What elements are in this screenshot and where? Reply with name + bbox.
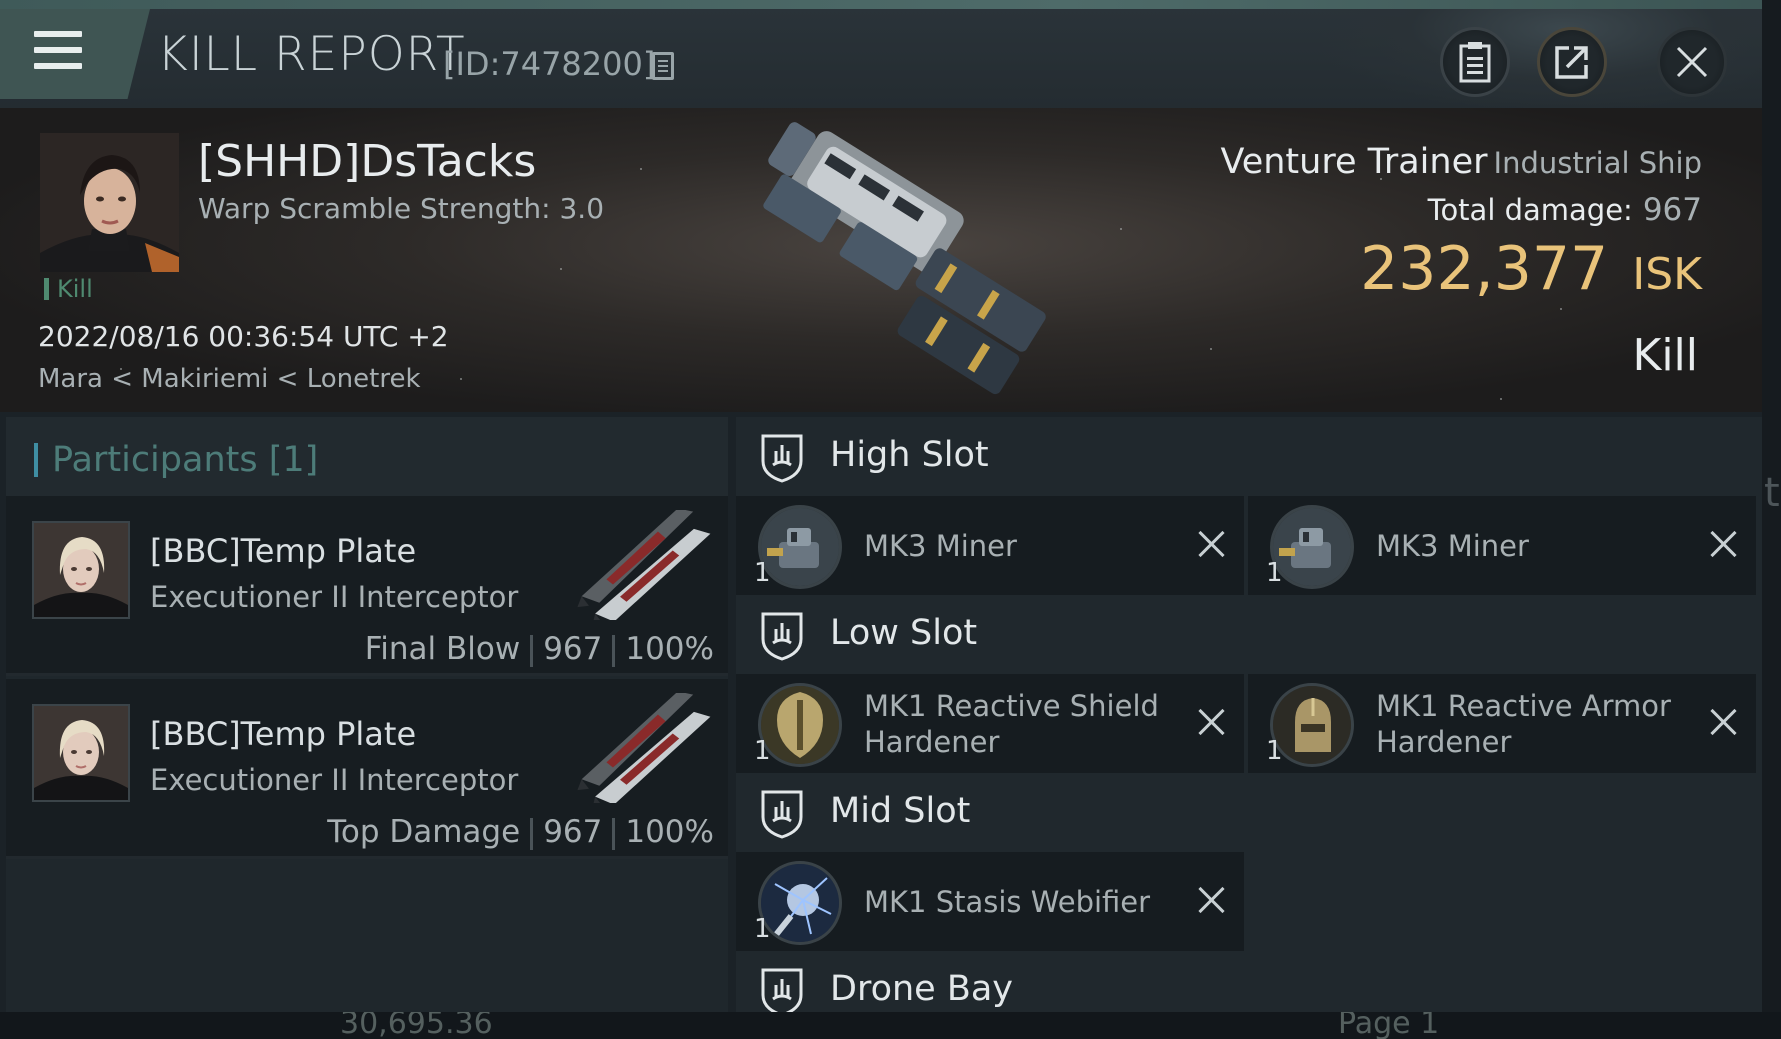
destroyed-x-icon [1710, 530, 1738, 558]
stasis-webifier-icon [758, 861, 842, 945]
clipboard-button[interactable] [1440, 27, 1510, 97]
victim-name[interactable]: [SHHD]DsTacks [198, 136, 536, 187]
background-edge [1762, 0, 1781, 1039]
participant-percent: 100% [625, 814, 714, 850]
victim-avatar[interactable] [40, 133, 179, 272]
participant-ship-image [577, 510, 711, 620]
kill-report-window: KILL REPORT [ID:7478200] [SHHD]DsTacks W… [0, 9, 1762, 1012]
close-button[interactable] [1657, 27, 1727, 97]
total-damage-label: Total damage: [1427, 193, 1633, 227]
warp-scramble-strength: Warp Scramble Strength: 3.0 [198, 192, 605, 225]
background-edge-text: t [1764, 470, 1780, 516]
participant-name[interactable]: [BBC]Temp Plate [150, 715, 416, 753]
participant-row[interactable]: [BBC]Temp Plate Executioner II Intercept… [6, 496, 728, 676]
module-quantity: 1 [1266, 736, 1283, 766]
clipboard-icon [1459, 42, 1491, 83]
participant-percent: 100% [625, 631, 714, 667]
participants-title: Participants [1] [34, 443, 318, 478]
drone-bay-header: Drone Bay [736, 951, 1762, 1012]
kill-location[interactable]: Mara < Makiriemi < Lonetrek [38, 364, 421, 394]
window-header: KILL REPORT [ID:7478200] [0, 9, 1762, 108]
destroyed-x-icon [1198, 708, 1226, 736]
participant-avatar[interactable] [32, 704, 130, 802]
participant-stats: Top Damage 967 100% [327, 814, 714, 850]
shield-slot-icon [761, 968, 803, 1012]
victim-summary: [SHHD]DsTacks Warp Scramble Strength: 3.… [0, 108, 1762, 412]
shield-slot-icon [761, 434, 803, 483]
participants-panel: Participants [1] [BBC]Temp Plate Executi… [6, 417, 728, 1012]
participant-damage: 967 [543, 814, 603, 850]
drone-bay-title: Drone Bay [830, 969, 1013, 1009]
victim-ship-class: Industrial Ship [1493, 146, 1702, 180]
kill-timestamp: 2022/08/16 00:36:54 UTC +2 [38, 320, 449, 353]
module-name: MK3 Miner [1376, 529, 1529, 563]
copy-id-icon[interactable] [652, 52, 674, 80]
module-name: MK1 Reactive Shield Hardener [864, 689, 1159, 759]
kill-type-tag: Kill [44, 277, 93, 301]
module-quantity: 1 [754, 914, 771, 944]
destroyed-x-icon [1198, 530, 1226, 558]
module-item[interactable]: 1 MK3 Miner [736, 496, 1244, 596]
module-name: MK1 Reactive Armor Hardener [1376, 689, 1671, 759]
module-item[interactable]: 1 MK3 Miner [1248, 496, 1756, 596]
module-item[interactable]: 1 MK1 Stasis Webifier [736, 852, 1244, 952]
mid-slot-header: Mid Slot [736, 773, 1762, 852]
high-slot-title: High Slot [830, 435, 989, 475]
fitting-panel: High Slot 1 MK3 Miner 1 MK3 Miner Low Sl… [736, 417, 1762, 1012]
armor-hardener-icon [1270, 683, 1354, 767]
low-slot-title: Low Slot [830, 613, 978, 653]
close-icon [1676, 46, 1708, 78]
isk-unit: ISK [1632, 249, 1702, 300]
victim-ship-name[interactable]: Venture Trainer [1220, 142, 1487, 182]
miner-icon [758, 505, 842, 589]
participant-ship: Executioner II Interceptor [150, 763, 519, 797]
module-name: MK3 Miner [864, 529, 1017, 563]
module-item[interactable]: 1 MK1 Reactive Armor Hardener [1248, 674, 1756, 774]
participant-stats: Final Blow 967 100% [365, 631, 714, 667]
participant-damage: 967 [543, 631, 603, 667]
victim-ship-info: Venture Trainer Industrial Ship [1220, 142, 1702, 182]
participant-avatar[interactable] [32, 521, 130, 619]
shield-hardener-icon [758, 683, 842, 767]
total-damage: Total damage: 967 [1428, 192, 1702, 228]
background-bottom-bar: 30,695.36 Page 1 [0, 1006, 1781, 1039]
miner-icon [1270, 505, 1354, 589]
participant-role: Top Damage [327, 814, 521, 850]
high-slot-header: High Slot [736, 417, 1762, 496]
isk-amount: 232,377 [1360, 234, 1609, 304]
top-accent-strip [0, 0, 1781, 9]
participant-ship-image [577, 693, 711, 803]
module-quantity: 1 [754, 558, 771, 588]
isk-value: 232,377 ISK [1360, 234, 1702, 304]
kill-id: [ID:7478200] [443, 45, 656, 83]
participants-header: Participants [1] [6, 417, 728, 496]
participant-row[interactable]: [BBC]Temp Plate Executioner II Intercept… [6, 679, 728, 859]
destroyed-x-icon [1198, 886, 1226, 914]
share-icon [1555, 46, 1588, 79]
hamburger-icon [34, 31, 82, 71]
module-item[interactable]: 1 MK1 Reactive Shield Hardener [736, 674, 1244, 774]
page-title: KILL REPORT [157, 27, 466, 82]
module-quantity: 1 [1266, 558, 1283, 588]
low-slot-header: Low Slot [736, 595, 1762, 674]
menu-button[interactable] [0, 9, 150, 99]
participant-role: Final Blow [364, 631, 521, 667]
destroyed-x-icon [1710, 708, 1738, 736]
result-label: Kill [1632, 330, 1698, 381]
participant-name[interactable]: [BBC]Temp Plate [150, 532, 416, 570]
module-name: MK1 Stasis Webifier [864, 885, 1151, 919]
shield-slot-icon [761, 790, 803, 839]
shield-slot-icon [761, 612, 803, 661]
share-button[interactable] [1537, 27, 1607, 97]
participant-ship: Executioner II Interceptor [150, 580, 519, 614]
total-damage-value: 967 [1642, 192, 1702, 228]
mid-slot-title: Mid Slot [830, 791, 971, 831]
module-quantity: 1 [754, 736, 771, 766]
victim-ship-image [763, 122, 1046, 395]
